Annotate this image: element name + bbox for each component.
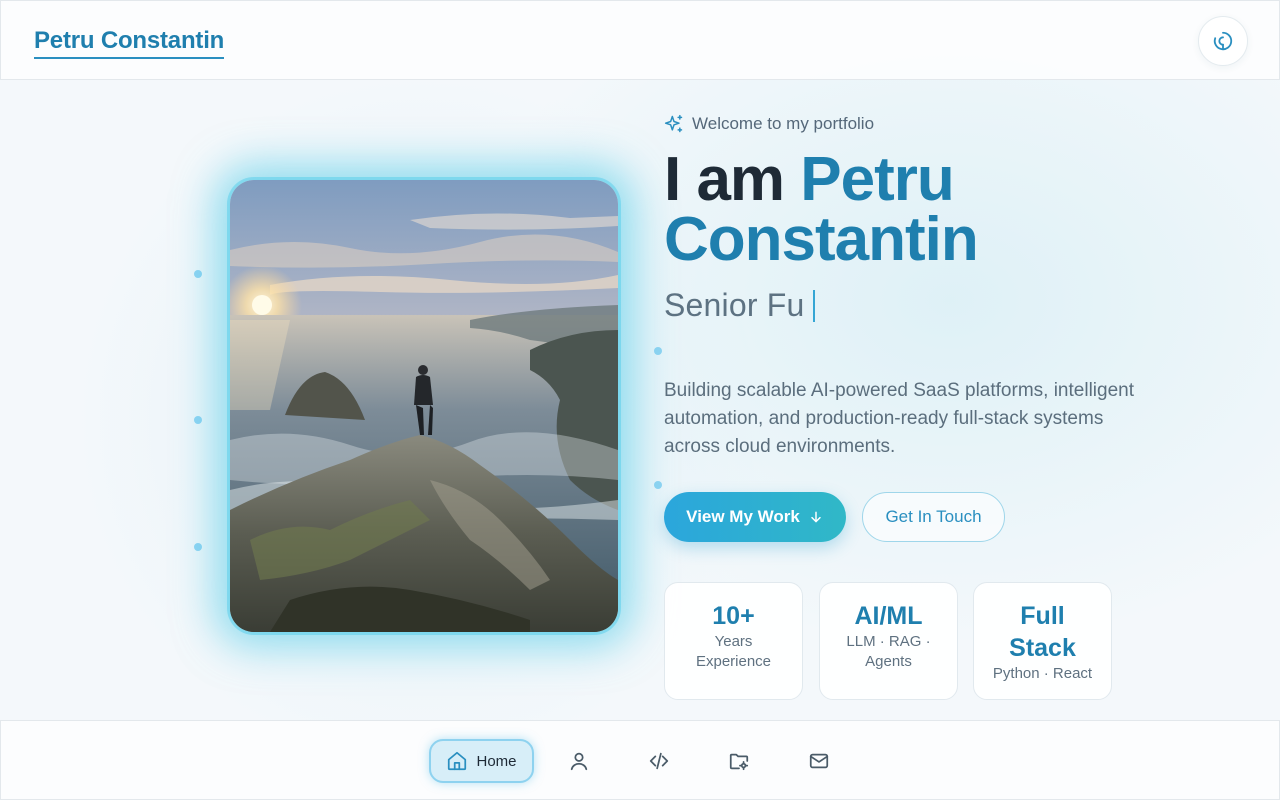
typing-caret xyxy=(812,289,815,322)
theme-toggle-button[interactable] xyxy=(1198,16,1248,66)
hero-headline: I am Petru Constantin xyxy=(664,149,1224,271)
nav-item-skills[interactable] xyxy=(639,739,679,783)
stat-card-ai-ml: AI/ML LLM · RAG · Agents xyxy=(819,582,958,700)
decorative-dot xyxy=(654,481,662,489)
stat-label: LLM · RAG · xyxy=(846,633,931,650)
stat-label: Experience xyxy=(695,653,772,670)
stat-card-full-stack: Full Stack Python · React xyxy=(973,582,1112,700)
stat-value: Full xyxy=(1020,602,1065,630)
decorative-dot xyxy=(194,270,202,278)
headline-prefix: I am xyxy=(664,145,785,214)
nav-item-projects[interactable] xyxy=(719,739,759,783)
bottom-navigation: Home xyxy=(0,720,1280,800)
decorative-dot xyxy=(654,347,662,355)
stat-value: Stack xyxy=(1009,634,1076,662)
mail-icon xyxy=(809,753,829,769)
stat-value: 10+ xyxy=(712,602,755,630)
stat-card-experience: 10+ Years Experience xyxy=(664,582,803,700)
headline-name-first: Petru xyxy=(800,145,954,214)
folder-icon xyxy=(729,753,749,771)
theme-toggle-icon xyxy=(1213,31,1233,51)
nav-item-about[interactable] xyxy=(559,739,599,783)
home-icon xyxy=(448,751,467,771)
nav-item-home[interactable]: Home xyxy=(429,739,534,783)
cliff-sunset-image xyxy=(230,180,618,632)
sparkles-icon xyxy=(664,114,683,133)
stat-label: Years xyxy=(714,633,753,650)
arrow-down-icon xyxy=(811,511,821,523)
stat-value: AI/ML xyxy=(854,602,923,630)
code-icon xyxy=(649,752,669,770)
welcome-text: Welcome to my portfolio xyxy=(692,114,875,133)
nav-item-contact[interactable] xyxy=(799,739,839,783)
nav-home-label: Home xyxy=(476,752,517,770)
headline-name-last: Constantin xyxy=(664,205,979,274)
welcome-tagline: Welcome to my portfolio xyxy=(664,113,874,135)
decorative-dot xyxy=(194,416,202,424)
get-in-touch-button[interactable]: Get In Touch xyxy=(862,492,1005,542)
profile-photo xyxy=(230,180,618,632)
stat-label: Agents xyxy=(865,653,912,670)
hero-description: Building scalable AI-powered SaaS platfo… xyxy=(664,380,1134,457)
typing-role: Senior Fu xyxy=(664,287,815,324)
view-my-work-label: View My Work xyxy=(686,507,800,526)
top-header: Petru Constantin xyxy=(0,0,1280,80)
decorative-dot xyxy=(194,543,202,551)
user-icon xyxy=(570,752,588,771)
role-text: Senior Fu xyxy=(664,287,805,323)
brand-logo-link[interactable]: Petru Constantin xyxy=(34,27,224,59)
view-my-work-button[interactable]: View My Work xyxy=(664,492,846,542)
stat-label: Python · React xyxy=(992,665,1093,682)
get-in-touch-label: Get In Touch xyxy=(885,507,982,526)
